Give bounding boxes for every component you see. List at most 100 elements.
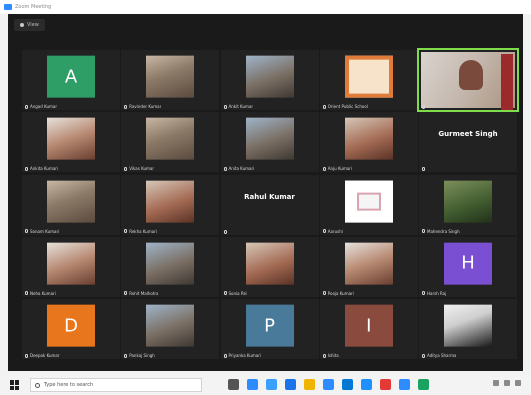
participant-label: Angad Kumar [25,104,57,109]
participant-name: Pooja Kumari [327,290,354,296]
participant-profile-picture [344,180,393,223]
taskbar-search-box[interactable]: Type here to search [30,378,202,392]
participant-tile[interactable]: Ravinder Kumar [121,50,220,110]
view-button[interactable]: View [14,19,45,31]
taskbar-app-icon[interactable] [399,379,410,390]
taskbar-app-icon[interactable] [304,379,315,390]
muted-mic-icon [422,353,425,358]
muted-mic-icon [322,166,326,171]
participant-tile[interactable]: Anju Kumari [319,112,418,173]
taskbar-app-icons [228,379,429,390]
participant-label: Orient Public School [322,104,368,109]
participant-tile[interactable]: Rahul Kumar [220,174,319,235]
participant-label: Priyanka Kumari [223,353,261,358]
tray-volume-icon[interactable] [504,380,510,386]
grid-view-icon [20,23,24,27]
window-titlebar: Zoom Meeting [0,0,531,14]
windows-taskbar: Type here to search [0,375,531,395]
participant-profile-picture [47,117,95,160]
participant-name-display: Gurmeet Singh [438,130,498,139]
system-tray [493,380,521,386]
participant-tile[interactable]: Anita Kumari [220,112,319,173]
participant-label: Aditya Sharma [422,353,456,358]
start-icon[interactable] [10,380,20,390]
tray-network-icon[interactable] [493,380,499,386]
taskbar-app-icon[interactable] [247,379,258,390]
muted-mic-icon [25,353,28,358]
taskbar-search-placeholder: Type here to search [44,382,94,388]
tray-notification-icon[interactable] [515,380,521,386]
participant-label: Mahendra Singh [422,229,460,234]
participant-tile[interactable]: D Deepak Kumar [22,299,120,359]
taskbar-app-icon[interactable] [228,379,239,390]
participant-label: Anita Kumari [223,166,254,171]
participant-profile-picture [47,242,95,285]
muted-mic-icon [422,291,425,296]
participant-tile[interactable]: Aditya Sharma [419,299,517,359]
participant-tile[interactable]: Ankit Kumar [220,50,319,110]
participant-tile[interactable]: Gurmeet Singh [419,112,517,173]
participant-tile[interactable]: Rekha Kumari [121,174,220,235]
participant-tile[interactable]: Pankaj Singh [121,299,220,359]
participant-name: Aarushi [327,228,343,234]
taskbar-app-icon[interactable] [323,379,334,390]
participant-label: Pooja Kumari [322,290,354,296]
muted-mic-icon [223,291,227,296]
participant-profile-picture [146,180,195,223]
muted-mic-icon [25,104,28,109]
participant-label [422,105,427,109]
meeting-area: View A Angad Kumar Ravinder Kumar Ankit Kum… [8,14,523,371]
participant-profile-picture [444,304,492,347]
participant-profile-picture [146,242,195,285]
participant-tile[interactable]: Mahendra Singh [419,174,517,235]
taskbar-app-icon[interactable] [361,379,372,390]
participant-tile[interactable]: Vikas Kumar [121,112,220,173]
muted-mic-icon [322,104,326,109]
participant-tile[interactable]: Orient Public School [319,50,418,110]
participant-profile-picture [245,55,294,98]
muted-mic-icon [322,353,326,358]
participant-profile-picture [444,180,492,223]
participant-tile[interactable]: Pooja Kumari [319,236,418,297]
participant-tile[interactable]: I Ishita [319,299,418,359]
taskbar-app-icon[interactable] [418,379,429,390]
participant-label: Deepak Kumar [25,353,60,358]
participant-label: Sonam Kumari [25,229,59,234]
muted-mic-icon [422,105,425,109]
participant-tile[interactable]: Rohit Malhotra [121,236,220,297]
participant-tile[interactable]: A Angad Kumar [22,50,120,110]
participant-tile[interactable] [417,48,519,112]
participant-name: Ishita [327,353,339,358]
muted-mic-icon [322,229,326,233]
taskbar-app-icon[interactable] [285,379,296,390]
participant-label: Sonia Pal [223,291,247,296]
participant-name: Pankaj Singh [129,353,155,358]
participant-tile[interactable]: P Priyanka Kumari [220,299,319,359]
muted-mic-icon [223,104,227,109]
participant-name: Orient Public School [327,104,368,109]
participant-label: Ishita [322,353,339,358]
participant-name: Rekha Kumari [129,228,157,234]
muted-mic-icon [223,353,227,358]
participant-tile[interactable]: Neha Kumari [22,236,120,297]
muted-mic-icon [422,229,425,233]
participant-label: Ravinder Kumar [124,104,161,109]
participant-label: Aarushi [322,228,343,234]
participant-profile-picture [245,242,294,285]
participant-tile[interactable]: Sonia Pal [220,236,319,297]
participant-label: Vikas Kumar [124,166,154,171]
participant-label [422,167,427,172]
participant-tile[interactable]: H Harsh Raj [419,236,517,297]
participant-tile[interactable]: Ankita Kumari [22,112,120,173]
taskbar-app-icon[interactable] [342,379,353,390]
participant-initial-avatar: I [344,304,393,347]
participant-name: Rohit Malhotra [129,290,159,296]
muted-mic-icon [322,291,326,296]
participant-profile-picture [344,55,393,98]
participant-tile[interactable]: Aarushi [319,174,418,235]
muted-mic-icon [124,166,128,171]
taskbar-app-icon[interactable] [380,379,391,390]
zoom-app-icon [4,4,12,10]
participant-tile[interactable]: Sonam Kumari [22,174,120,235]
taskbar-app-icon[interactable] [266,379,277,390]
